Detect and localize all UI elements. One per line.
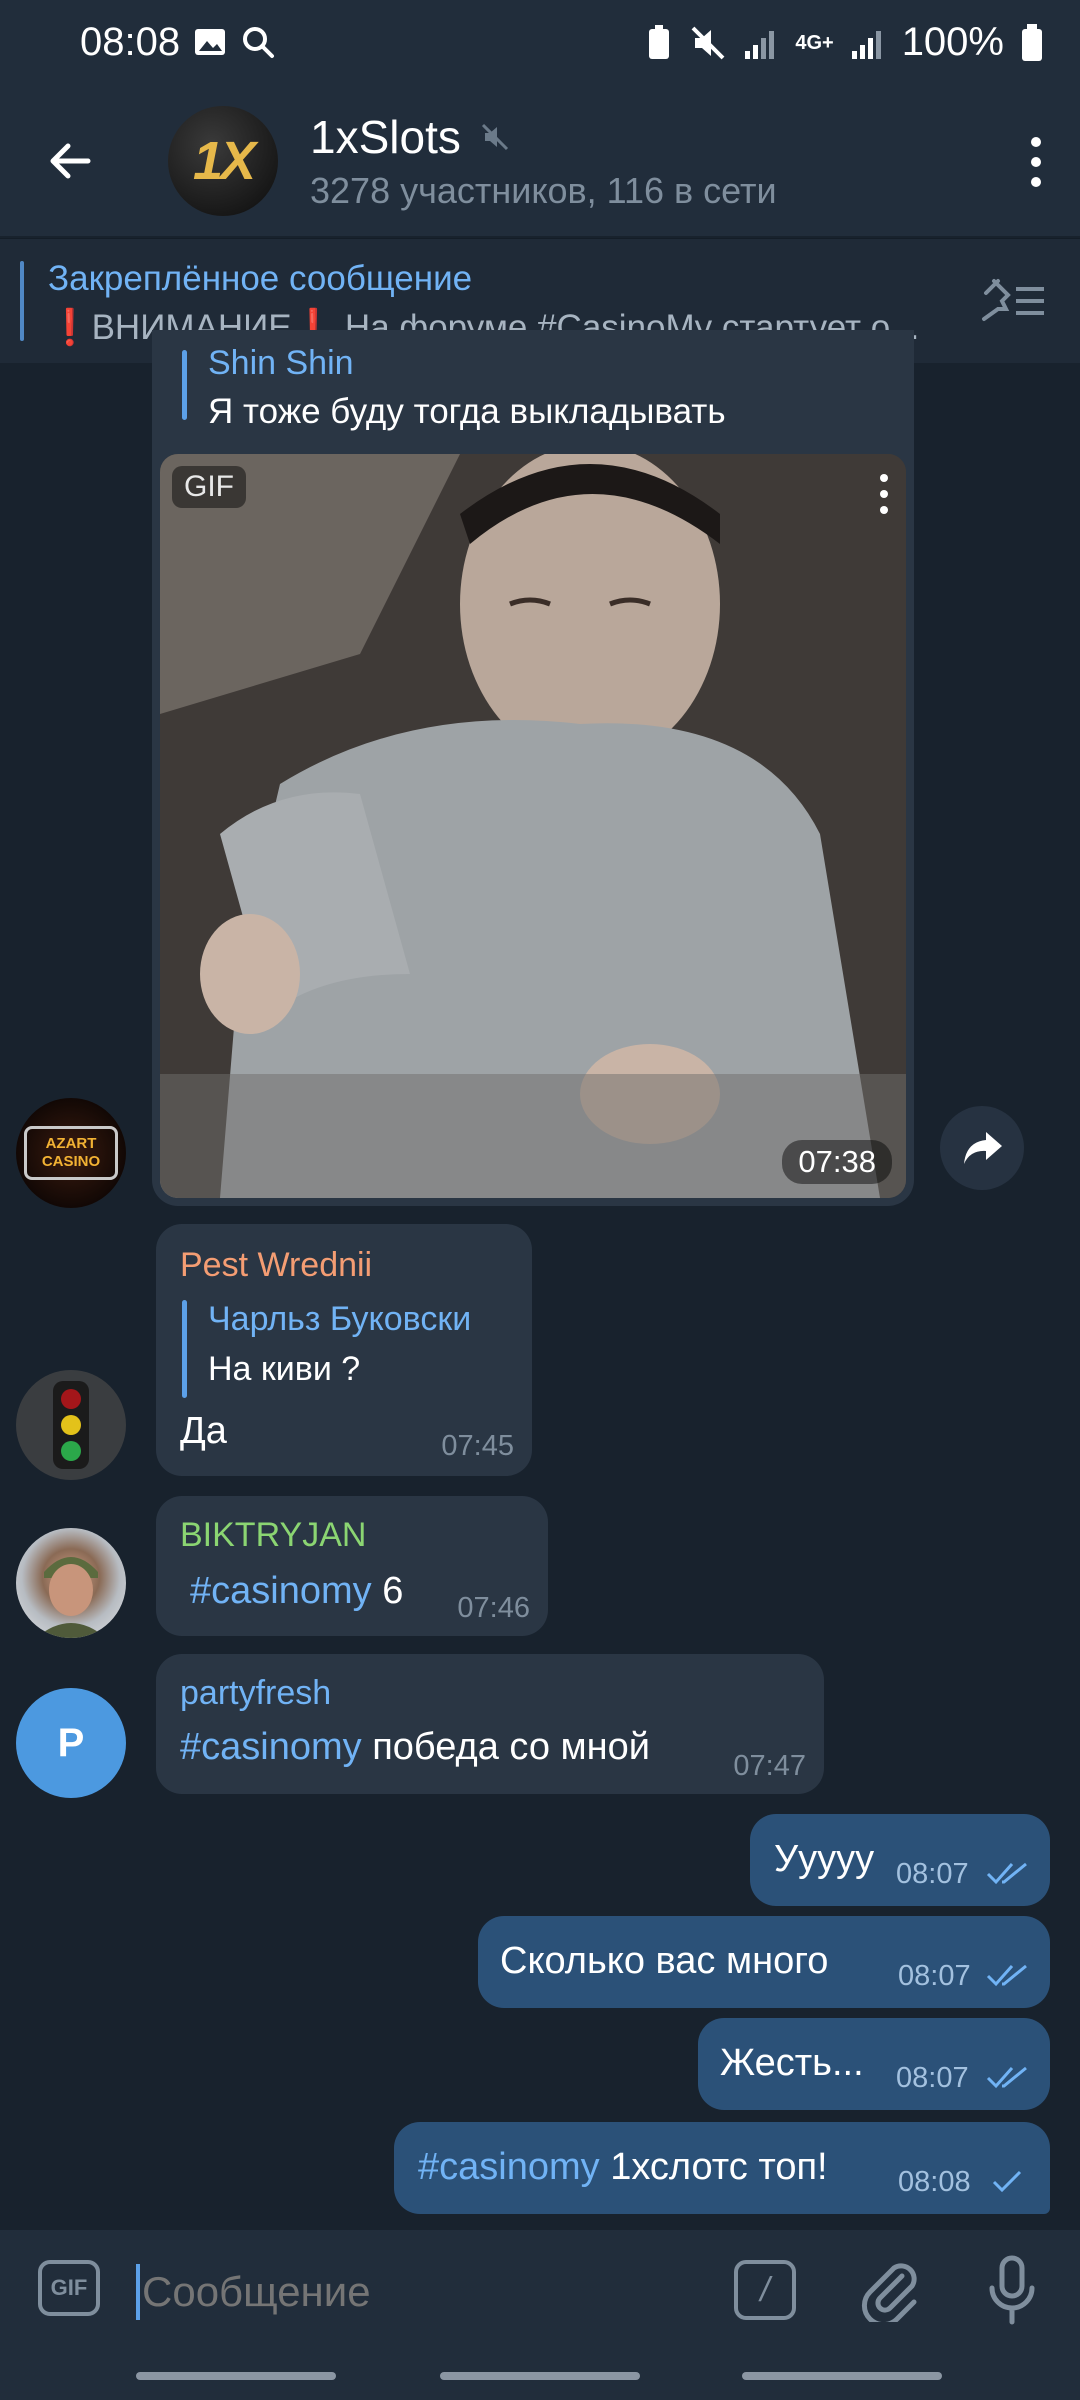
forward-button[interactable]	[940, 1106, 1024, 1190]
chat-subtitle: 3278 участников, 116 в сети	[310, 170, 777, 211]
message-body: 1хслотс топ!	[599, 2146, 828, 2188]
message-time: 07:46	[457, 1592, 530, 1624]
message-input[interactable]	[140, 2256, 704, 2328]
search-icon	[240, 24, 276, 60]
message-biktryjan[interactable]: BIKTRYJAN #casinomy 6 07:46	[156, 1496, 548, 1636]
message-gif[interactable]: Shin Shin Я тоже буду тогда выкладывать …	[152, 330, 914, 1206]
signal-icon-2	[851, 30, 881, 59]
message-time: 08:08	[898, 2166, 971, 2198]
battery-saver-icon	[649, 24, 670, 59]
gallery-icon	[192, 24, 228, 60]
outgoing-message[interactable]: Жесть... 08:07	[698, 2018, 1050, 2110]
outgoing-message[interactable]: Ууууу 08:07	[750, 1814, 1050, 1906]
bot-command-button[interactable]: /	[734, 2260, 796, 2320]
double-check-icon	[986, 2064, 1032, 2095]
avatar-pest-wrednii[interactable]	[16, 1370, 126, 1480]
message-text: #casinomy победа со мной	[180, 1726, 650, 1769]
gif-button-label: GIF	[50, 2275, 88, 2300]
hashtag-link[interactable]: #casinomy	[190, 1570, 372, 1612]
nav-recents[interactable]	[136, 2372, 336, 2380]
message-text: #casinomy 1хслотс топ!	[418, 2146, 828, 2189]
message-text: Жесть...	[720, 2042, 864, 2084]
pinned-list-icon[interactable]	[976, 275, 1048, 325]
double-check-icon	[986, 1860, 1032, 1891]
reply-author: Shin Shin	[208, 344, 354, 382]
system-nav-bar	[0, 2350, 1080, 2400]
avatar-logo-text: 1X	[192, 131, 256, 191]
message-author: Pest Wrednii	[180, 1246, 373, 1284]
message-author: partyfresh	[180, 1674, 332, 1712]
message-time: 08:07	[896, 1858, 969, 1890]
message-partyfresh[interactable]: partyfresh #casinomy победа со мной 07:4…	[156, 1654, 824, 1794]
reply-indicator	[182, 350, 187, 420]
double-check-icon	[986, 1962, 1032, 1993]
nav-home[interactable]	[440, 2372, 640, 2380]
status-time: 08:08	[80, 20, 181, 64]
message-text: Да	[180, 1410, 227, 1452]
hashtag-link[interactable]: #casinomy	[418, 2146, 600, 2188]
gif-time: 07:38	[782, 1140, 892, 1184]
gif-image[interactable]: GIF 07:38	[160, 454, 906, 1198]
outgoing-message[interactable]: #casinomy 1хслотс топ! 08:08	[394, 2122, 1050, 2214]
chat-header: 1X 1xSlots 3278 участников, 116 в сети	[0, 86, 1080, 236]
gif-button[interactable]: GIF	[38, 2260, 100, 2316]
message-time: 08:07	[896, 2062, 969, 2094]
sleeping-child-illustration	[160, 454, 906, 1198]
message-text: Ууууу	[774, 1838, 875, 1880]
gif-badge: GIF	[172, 466, 246, 508]
network-type: 4G+	[795, 31, 834, 54]
back-arrow-icon[interactable]	[44, 136, 94, 186]
outgoing-message[interactable]: Сколько вас много 08:07	[478, 1916, 1050, 2008]
message-time: 07:45	[441, 1430, 514, 1462]
check-icon	[992, 2168, 1026, 2199]
share-arrow-icon	[964, 1132, 1002, 1164]
message-time: 08:07	[898, 1960, 971, 1992]
hashtag-link[interactable]: #casinomy	[180, 1726, 362, 1768]
battery-percent: 100%	[901, 20, 1004, 64]
microphone-icon[interactable]	[980, 2254, 1044, 2326]
channel-avatar[interactable]: 1X	[168, 106, 278, 216]
avatar-letter: P	[57, 1720, 85, 1765]
message-input-bar: GIF /	[0, 2230, 1080, 2350]
status-right: 4G+ 100%	[645, 20, 1044, 65]
message-pest-wrednii[interactable]: Pest Wrednii Чарльз Буковски На киви ? Д…	[156, 1224, 532, 1476]
traffic-light-icon	[53, 1381, 89, 1469]
message-time: 07:47	[733, 1750, 806, 1782]
reply-text: На киви ?	[208, 1350, 361, 1388]
reply-text: Я тоже буду тогда выкладывать	[208, 392, 726, 431]
message-text: Сколько вас много	[500, 1940, 829, 1982]
nav-back[interactable]	[742, 2372, 942, 2380]
battery-icon	[1022, 23, 1042, 61]
pinned-indicator	[20, 261, 24, 341]
message-text: #casinomy 6	[180, 1570, 403, 1613]
message-body: 6	[371, 1570, 404, 1612]
gif-menu-icon[interactable]	[876, 472, 892, 516]
avatar-biktryjan[interactable]	[16, 1528, 126, 1638]
avatar-partyfresh[interactable]: P	[16, 1688, 126, 1798]
signal-icon	[745, 30, 775, 59]
mute-icon	[691, 26, 725, 59]
chat-title[interactable]: 1xSlots	[310, 110, 461, 164]
reply-indicator	[182, 1300, 187, 1398]
message-body: победа со мной	[361, 1726, 650, 1768]
attach-icon[interactable]	[858, 2258, 922, 2328]
reply-author: Чарльз Буковски	[208, 1300, 472, 1338]
pinned-title: Закреплённое сообщение	[48, 259, 473, 298]
command-slash: /	[760, 2270, 770, 2309]
avatar-azart-casino[interactable]: AZART CASINO	[16, 1098, 126, 1208]
person-photo	[36, 1557, 106, 1638]
avatar-azart-text: AZART CASINO	[41, 1135, 101, 1170]
message-author: BIKTRYJAN	[180, 1516, 367, 1554]
status-bar: 08:08 4G+ 100%	[0, 0, 1080, 86]
more-options-icon[interactable]	[1026, 132, 1046, 192]
muted-icon	[480, 122, 510, 152]
